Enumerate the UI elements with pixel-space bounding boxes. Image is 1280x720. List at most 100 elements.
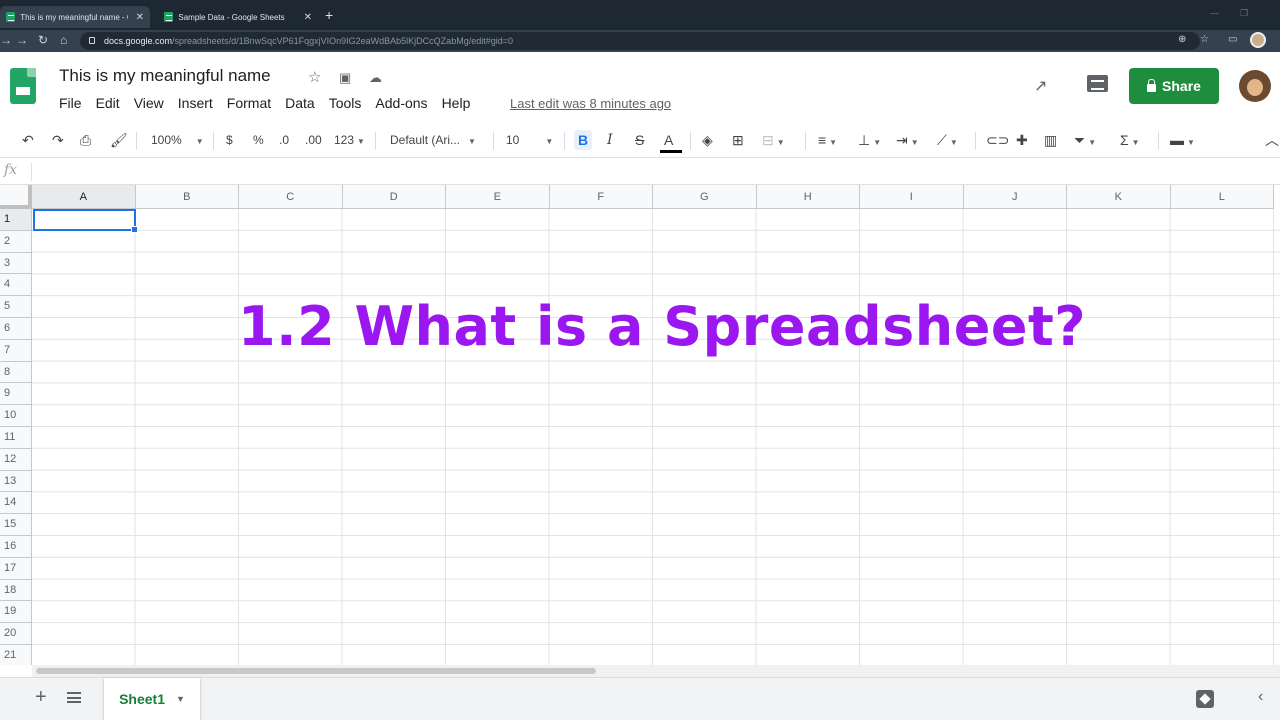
cloud-status-icon[interactable]: ☁ — [369, 70, 382, 86]
account-avatar[interactable] — [1239, 70, 1271, 102]
text-color-button[interactable]: A — [664, 130, 673, 150]
row-header-9[interactable]: 9 — [0, 383, 32, 406]
comments-icon[interactable] — [1087, 75, 1108, 92]
fill-color-icon[interactable]: ◈ — [702, 130, 713, 150]
column-header-l[interactable]: L — [1170, 185, 1274, 209]
paint-format-icon[interactable]: 🖌 — [110, 130, 128, 150]
menu-view[interactable]: View — [134, 95, 164, 111]
cast-icon[interactable]: ▭ — [1228, 34, 1237, 45]
insert-link-icon[interactable]: ⊂⊃ — [986, 130, 1009, 150]
input-tools-icon[interactable]: ▬ ▼ — [1170, 130, 1195, 150]
row-header-3[interactable]: 3 — [0, 252, 32, 275]
sheet-tab-sheet1[interactable]: Sheet1 ▼ — [104, 678, 200, 720]
insert-comment-icon[interactable]: ✚ — [1016, 130, 1028, 150]
strikethrough-button[interactable]: S — [635, 130, 644, 150]
row-header-10[interactable]: 10 — [0, 405, 32, 427]
select-all-corner[interactable] — [0, 185, 32, 209]
font-size-select[interactable]: 10 ▼ — [506, 130, 553, 150]
column-header-e[interactable]: E — [446, 185, 550, 209]
column-header-i[interactable]: I — [860, 185, 964, 209]
share-button[interactable]: Share — [1129, 68, 1219, 104]
new-tab-icon[interactable]: + — [325, 7, 333, 23]
explore-icon[interactable] — [1196, 690, 1214, 708]
forward-icon[interactable]: → — [16, 33, 28, 47]
add-sheet-icon[interactable]: + — [35, 686, 47, 709]
print-icon[interactable]: ⎙ — [80, 130, 91, 150]
filter-icon[interactable]: ⏷ ▼ — [1074, 130, 1096, 150]
row-header-11[interactable]: 11 — [0, 427, 32, 449]
menu-tools[interactable]: Tools — [329, 95, 362, 111]
row-header-8[interactable]: 8 — [0, 361, 32, 384]
browser-tab[interactable]: Sample Data - Google Sheets ✕ — [158, 6, 318, 28]
scrollbar-thumb[interactable] — [36, 668, 596, 674]
percent-format-button[interactable]: % — [253, 130, 264, 150]
column-header-h[interactable]: H — [756, 185, 860, 209]
functions-icon[interactable]: Σ ▼ — [1120, 130, 1140, 150]
url-field[interactable]: docs.google.com/spreadsheets/d/1BnwSqcVP… — [80, 32, 1200, 50]
redo-icon[interactable]: ↷ — [52, 130, 64, 150]
home-icon[interactable]: ⌂ — [60, 33, 67, 47]
column-header-c[interactable]: C — [239, 185, 343, 209]
insert-chart-icon[interactable]: ▥ — [1044, 130, 1057, 150]
formula-bar[interactable]: fx — [0, 159, 1280, 185]
row-header-5[interactable]: 5 — [0, 296, 32, 318]
row-header-12[interactable]: 12 — [0, 448, 32, 471]
column-header-k[interactable]: K — [1067, 185, 1171, 209]
vertical-align-icon[interactable]: ⊥ ▼ — [858, 130, 881, 150]
menu-file[interactable]: File — [59, 95, 82, 111]
row-header-1[interactable]: 1 — [0, 209, 32, 231]
column-header-g[interactable]: G — [653, 185, 757, 209]
row-header-6[interactable]: 6 — [0, 318, 32, 340]
activity-dashboard-icon[interactable]: ↗ — [1034, 76, 1047, 96]
font-family-select[interactable]: Default (Ari... ▼ — [390, 130, 476, 150]
row-header-13[interactable]: 13 — [0, 470, 32, 493]
row-header-7[interactable]: 7 — [0, 339, 32, 362]
bold-button[interactable]: B — [574, 130, 593, 150]
document-title[interactable]: This is my meaningful name — [59, 66, 271, 86]
column-header-f[interactable]: F — [549, 185, 653, 209]
column-header-d[interactable]: D — [342, 185, 446, 209]
menu-help[interactable]: Help — [442, 95, 471, 111]
bookmark-star-icon[interactable]: ☆ — [1200, 34, 1209, 45]
row-header-4[interactable]: 4 — [0, 274, 32, 297]
menu-format[interactable]: Format — [227, 95, 271, 111]
collapse-side-panel-icon[interactable]: ‹ — [1258, 688, 1263, 706]
menu-insert[interactable]: Insert — [178, 95, 213, 111]
reload-icon[interactable]: ↻ — [38, 33, 48, 47]
column-header-b[interactable]: B — [135, 185, 239, 209]
browser-tab-active[interactable]: This is my meaningful name - Go ✕ — [0, 6, 150, 28]
all-sheets-icon[interactable] — [67, 692, 81, 703]
sheets-logo-icon[interactable] — [10, 68, 36, 104]
menu-data[interactable]: Data — [285, 95, 315, 111]
maximize-icon[interactable]: ❐ — [1240, 8, 1248, 19]
move-folder-icon[interactable]: ▣ — [339, 70, 351, 86]
row-header-2[interactable]: 2 — [0, 230, 32, 253]
more-formats-select[interactable]: 123 ▼ — [334, 130, 365, 150]
row-header-21[interactable]: 21 — [0, 645, 32, 665]
active-cell[interactable] — [33, 209, 138, 233]
column-header-j[interactable]: J — [963, 185, 1067, 209]
minimize-icon[interactable]: — — [1210, 8, 1219, 18]
star-icon[interactable]: ☆ — [308, 68, 321, 86]
last-edit-link[interactable]: Last edit was 8 minutes ago — [510, 96, 671, 111]
menu-addons[interactable]: Add-ons — [375, 95, 427, 111]
row-header-17[interactable]: 17 — [0, 557, 32, 580]
text-rotation-icon[interactable]: ⟋ ▼ — [937, 130, 958, 150]
row-header-19[interactable]: 19 — [0, 601, 32, 624]
italic-button[interactable]: I — [607, 130, 613, 150]
cell-area[interactable] — [32, 209, 1280, 665]
horizontal-align-icon[interactable]: ≡ ▼ — [818, 130, 837, 150]
currency-format-button[interactable]: $ — [226, 130, 233, 150]
row-header-15[interactable]: 15 — [0, 514, 32, 536]
close-tab-icon[interactable]: ✕ — [136, 12, 144, 23]
menu-edit[interactable]: Edit — [96, 95, 120, 111]
zoom-icon[interactable]: ⊕ — [1178, 34, 1186, 45]
collapse-menus-icon[interactable]: ︿ — [1265, 130, 1279, 150]
undo-icon[interactable]: ↶ — [22, 130, 34, 150]
decrease-decimals-button[interactable]: .0 — [279, 130, 289, 150]
row-header-14[interactable]: 14 — [0, 492, 32, 515]
row-header-18[interactable]: 18 — [0, 579, 32, 602]
increase-decimals-button[interactable]: .00 — [305, 130, 322, 150]
row-header-16[interactable]: 16 — [0, 536, 32, 558]
horizontal-scrollbar[interactable] — [32, 665, 1280, 677]
